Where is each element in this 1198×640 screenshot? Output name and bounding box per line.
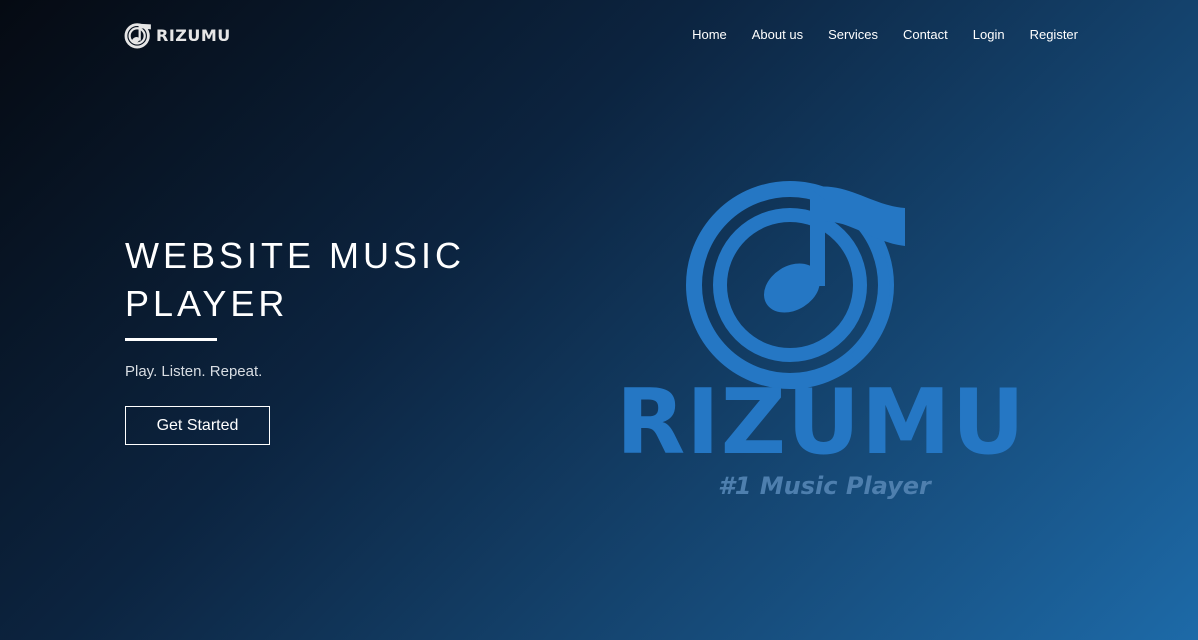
get-started-button[interactable]: Get Started xyxy=(125,406,270,445)
hero-title: WEBSITE MUSIC PLAYER xyxy=(125,232,545,328)
music-note-disc-icon xyxy=(124,21,152,49)
nav-link-services[interactable]: Services xyxy=(828,27,878,42)
hero-tagline: Play. Listen. Repeat. xyxy=(125,363,263,380)
logo-wordmark: RIZUMU xyxy=(616,370,1026,475)
hero-section: WEBSITE MUSIC PLAYER Play. Listen. Repea… xyxy=(125,232,545,445)
hero-logo: RIZUMU #1 Music Player xyxy=(610,180,1025,520)
nav-menu: Home About us Services Contact Login Reg… xyxy=(692,26,1078,44)
nav-link-home[interactable]: Home xyxy=(692,27,727,42)
nav-link-register[interactable]: Register xyxy=(1030,27,1078,42)
logo-slogan: #1 Music Player xyxy=(718,472,931,500)
title-underline xyxy=(125,338,217,341)
hero-title-line-2: PLAYER xyxy=(125,283,289,324)
brand-name: RIZUMU xyxy=(156,25,231,45)
navbar: RIZUMU Home About us Services Contact Lo… xyxy=(0,0,1198,70)
hero-title-line-1: WEBSITE MUSIC xyxy=(125,235,466,276)
nav-link-about-us[interactable]: About us xyxy=(752,27,803,42)
nav-link-contact[interactable]: Contact xyxy=(903,27,948,42)
nav-link-login[interactable]: Login xyxy=(973,27,1005,42)
brand-logo-link[interactable]: RIZUMU xyxy=(124,21,231,49)
